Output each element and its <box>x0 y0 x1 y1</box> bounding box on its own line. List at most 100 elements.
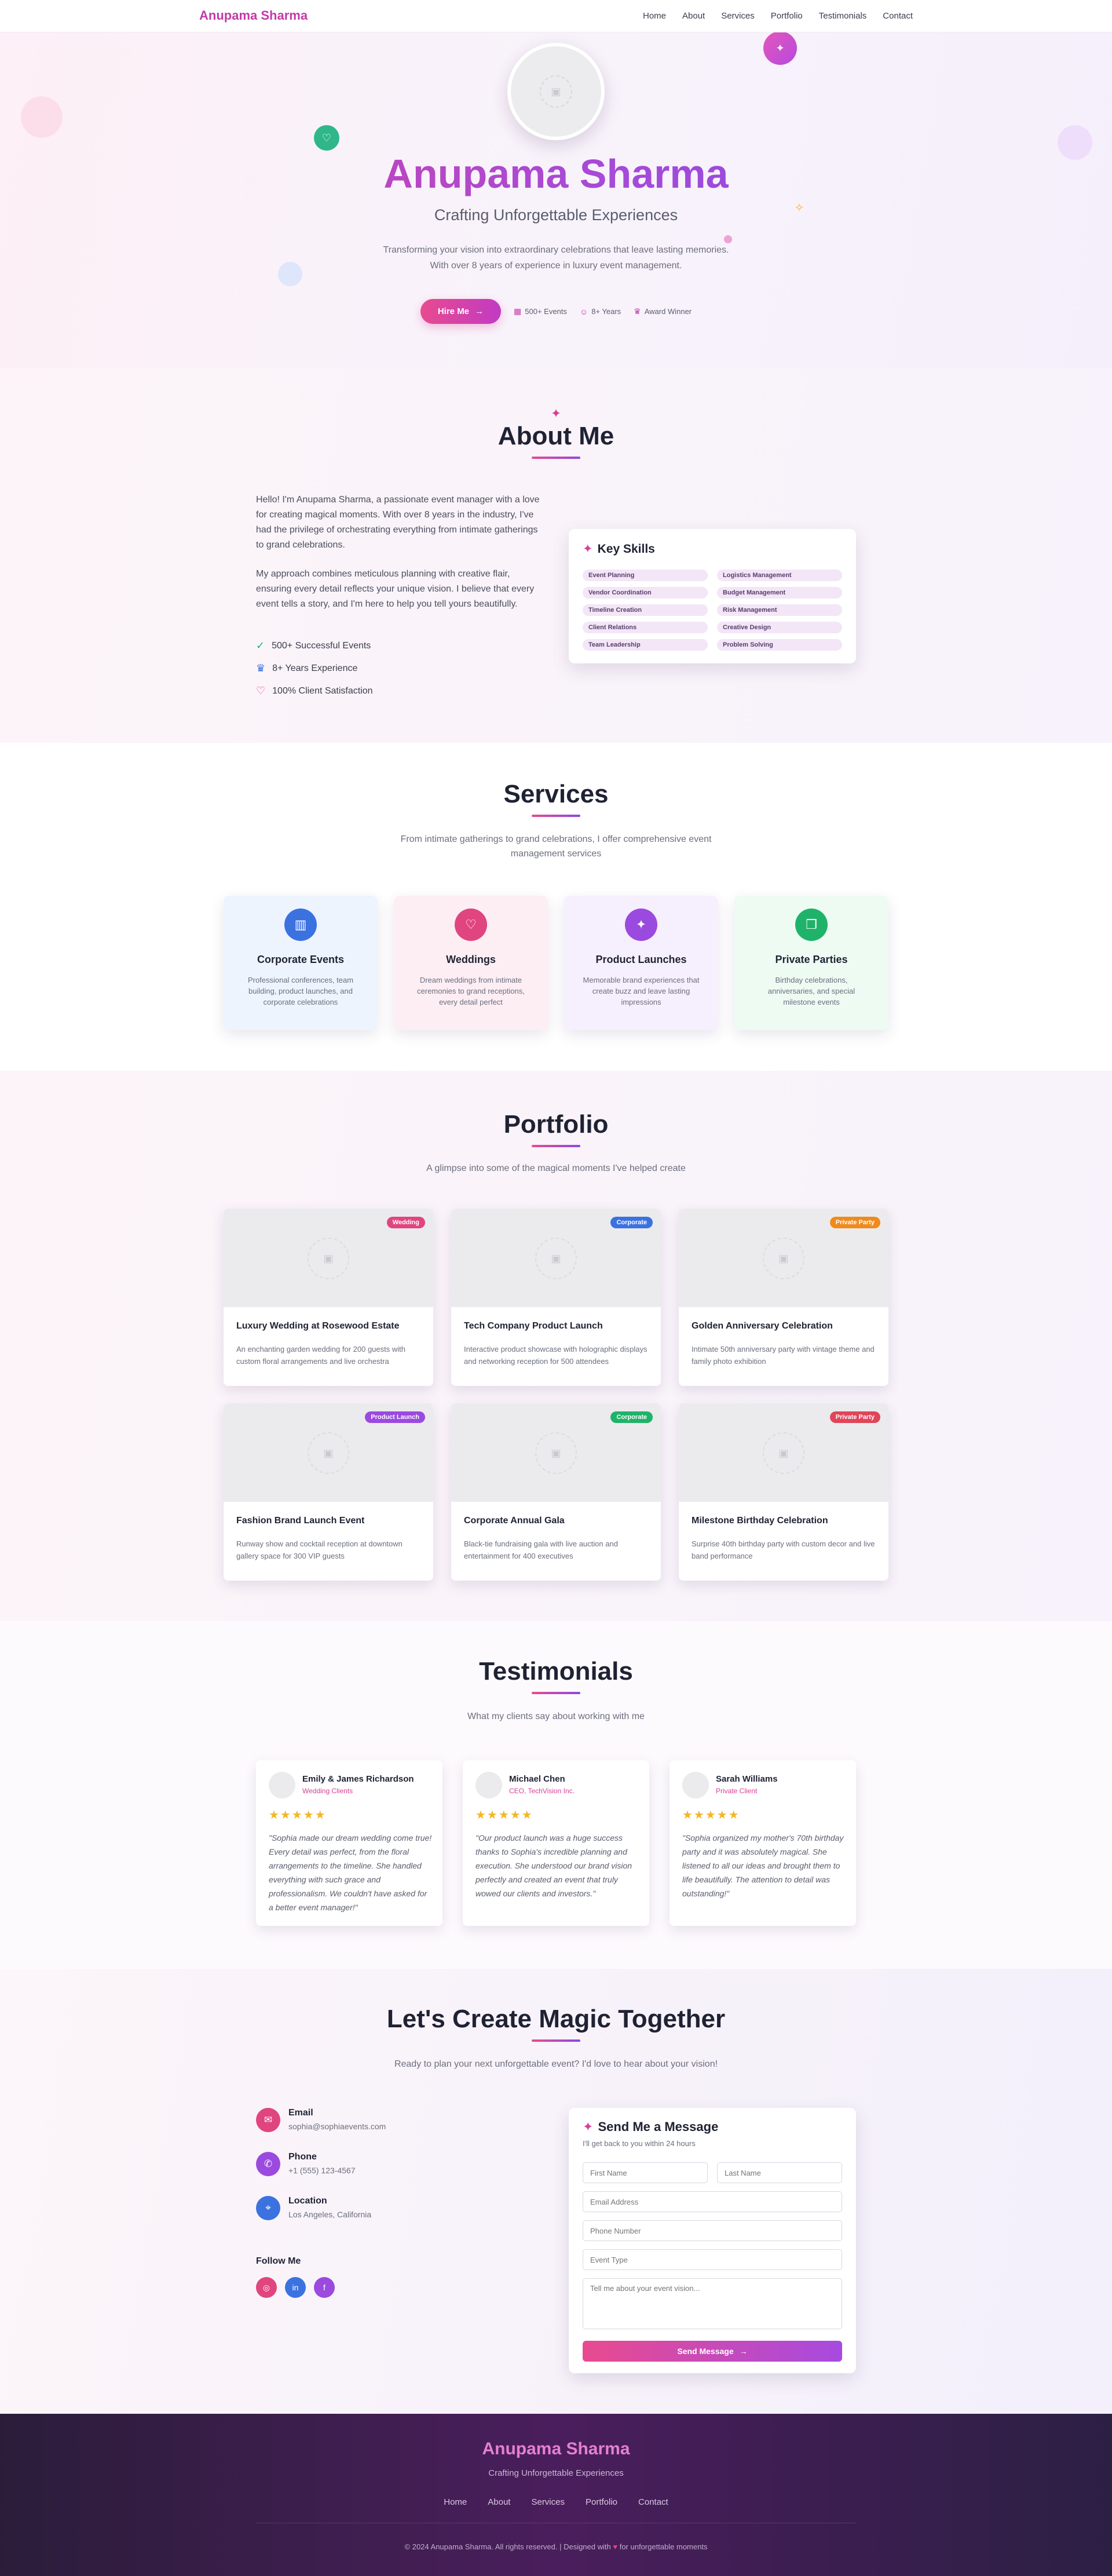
category-badge: Corporate <box>610 1217 653 1228</box>
star-rating: ★★★★★ <box>682 1809 740 1822</box>
footer-link-portfolio[interactable]: Portfolio <box>586 2497 617 2507</box>
send-message-label: Send Message <box>677 2347 734 2356</box>
service-title: Private Parties <box>775 954 848 965</box>
portfolio-description: Interactive product showcase with hologr… <box>464 1345 648 1366</box>
star-rating: ★★★★★ <box>269 1809 327 1822</box>
footer-brand: Anupama Sharma <box>482 2439 630 2458</box>
stat-label: 8+ Years <box>591 307 621 316</box>
service-card-private-parties[interactable]: ❒ Private Parties Birthday celebrations,… <box>734 896 888 1030</box>
section-underline <box>532 1692 580 1694</box>
nav-link-testimonials[interactable]: Testimonials <box>819 11 867 21</box>
follow-label: Follow Me <box>256 2256 301 2266</box>
nav-link-about[interactable]: About <box>682 11 705 21</box>
footer-link-home[interactable]: Home <box>444 2497 467 2507</box>
category-badge: Private Party <box>829 1217 880 1228</box>
event-type-input[interactable] <box>583 2249 842 2270</box>
stat-events: ▦ 500+ Events <box>514 307 567 316</box>
heart-icon: ♡ <box>314 125 339 151</box>
portfolio-card[interactable]: ▣ Product Launch Fashion Brand Launch Ev… <box>224 1403 433 1581</box>
skill-pill: Problem Solving <box>717 639 842 651</box>
nav-links: Home About Services Portfolio Testimonia… <box>643 11 913 21</box>
portfolio-card[interactable]: ▣ Private Party Golden Anniversary Celeb… <box>679 1209 888 1386</box>
gift-icon: ❒ <box>795 908 828 941</box>
image-placeholder-icon: ▣ <box>535 1238 577 1279</box>
heart-icon: ♡ <box>455 908 487 941</box>
linkedin-icon[interactable]: in <box>285 2277 306 2298</box>
skills-grid: Event Planning Logistics Management Vend… <box>583 570 842 651</box>
services-section: Services From intimate gatherings to gra… <box>0 743 1112 1071</box>
image-placeholder-icon: ▣ <box>763 1432 804 1474</box>
contact-value[interactable]: +1 (555) 123-4567 <box>288 2166 356 2175</box>
calendar-icon: ▦ <box>514 307 522 316</box>
portfolio-title: Corporate Annual Gala <box>464 1516 565 1526</box>
portfolio-card[interactable]: ▣ Wedding Luxury Wedding at Rosewood Est… <box>224 1209 433 1386</box>
section-underline <box>532 815 580 817</box>
skills-title: Key Skills <box>597 542 655 556</box>
portfolio-description: Runway show and cocktail reception at do… <box>236 1539 403 1560</box>
image-placeholder-icon: ▣ <box>535 1432 577 1474</box>
last-name-input[interactable] <box>717 2162 842 2183</box>
category-badge: Product Launch <box>365 1411 425 1423</box>
service-card-product-launches[interactable]: ✦ Product Launches Memorable brand exper… <box>564 896 718 1030</box>
skill-pill: Client Relations <box>583 622 708 633</box>
stat-label: 500+ Events <box>525 307 567 316</box>
nav-brand[interactable]: Anupama Sharma <box>199 8 308 23</box>
message-form-card: ✦ Send Me a Message I'll get back to you… <box>569 2108 856 2373</box>
portfolio-card[interactable]: ▣ Corporate Corporate Annual Gala Black-… <box>451 1403 661 1581</box>
profile-avatar: ▣ <box>507 43 605 140</box>
skill-pill: Logistics Management <box>717 570 842 581</box>
service-card-weddings[interactable]: ♡ Weddings Dream weddings from intimate … <box>394 896 548 1030</box>
skill-pill: Event Planning <box>583 570 708 581</box>
contact-value[interactable]: sophia@sophiaevents.com <box>288 2122 386 2131</box>
users-icon: ☺ <box>579 307 588 316</box>
footer-link-about[interactable]: About <box>488 2497 510 2507</box>
image-placeholder-icon: ▣ <box>308 1238 349 1279</box>
nav-link-contact[interactable]: Contact <box>883 11 913 21</box>
skill-pill: Creative Design <box>717 622 842 633</box>
building-icon: ▥ <box>284 908 317 941</box>
send-message-button[interactable]: Send Message → <box>583 2341 842 2362</box>
hero-title: Anupama Sharma <box>0 151 1112 197</box>
sparkles-icon: ✦ <box>550 406 562 421</box>
portfolio-card[interactable]: ▣ Private Party Milestone Birthday Celeb… <box>679 1403 888 1581</box>
client-name: Sarah Williams <box>716 1774 778 1784</box>
skills-heading: ✦ Key Skills <box>583 542 655 556</box>
award-icon: ♛ <box>634 307 641 316</box>
first-name-input[interactable] <box>583 2162 708 2183</box>
portfolio-description: Black-tie fundraising gala with live auc… <box>464 1539 618 1560</box>
nav-link-home[interactable]: Home <box>643 11 666 21</box>
nav-link-portfolio[interactable]: Portfolio <box>771 11 803 21</box>
nav-link-services[interactable]: Services <box>721 11 755 21</box>
avatar <box>682 1772 709 1798</box>
key-skills-card: ✦ Key Skills Event Planning Logistics Ma… <box>569 529 856 663</box>
heart-icon: ♥ <box>613 2542 618 2551</box>
email-input[interactable] <box>583 2191 842 2212</box>
contact-label: Phone <box>288 2152 317 2162</box>
feature-label: 8+ Years Experience <box>272 663 358 673</box>
about-paragraph-2: My approach combines meticulous planning… <box>256 569 535 609</box>
footer-link-services[interactable]: Services <box>531 2497 565 2507</box>
phone-input[interactable] <box>583 2220 842 2241</box>
star-rating: ★★★★★ <box>475 1809 533 1822</box>
message-textarea[interactable] <box>583 2278 842 2329</box>
client-role: CEO, TechVision Inc. <box>509 1787 575 1795</box>
portfolio-card[interactable]: ▣ Corporate Tech Company Product Launch … <box>451 1209 661 1386</box>
stat-years: ☺ 8+ Years <box>580 307 621 316</box>
facebook-icon[interactable]: f <box>314 2277 335 2298</box>
hero-section: ▣ ✦ ♡ ✧ Anupama Sharma Crafting Unforget… <box>0 32 1112 368</box>
service-card-corporate[interactable]: ▥ Corporate Events Professional conferen… <box>224 896 378 1030</box>
copyright-prefix: © 2024 Anupama Sharma. All rights reserv… <box>404 2542 611 2551</box>
contact-section: Let's Create Magic Together Ready to pla… <box>0 1969 1112 2414</box>
footer-tagline: Crafting Unforgettable Experiences <box>488 2468 624 2478</box>
sparkles-icon: ✦ <box>763 32 797 65</box>
service-title: Weddings <box>446 954 496 965</box>
testimonial-quote: "Sophia organized my mother's 70th birth… <box>682 1833 844 1898</box>
footer-link-contact[interactable]: Contact <box>638 2497 668 2507</box>
instagram-icon[interactable]: ◎ <box>256 2277 277 2298</box>
about-section: ✦ About Me Hello! I'm Anupama Sharma, a … <box>0 368 1112 743</box>
service-description: Professional conferences, team building,… <box>247 976 354 1006</box>
category-badge: Corporate <box>610 1411 653 1423</box>
contact-label: Email <box>288 2108 313 2118</box>
hire-me-button[interactable]: Hire Me → <box>420 299 502 324</box>
portfolio-title: Tech Company Product Launch <box>464 1321 603 1331</box>
